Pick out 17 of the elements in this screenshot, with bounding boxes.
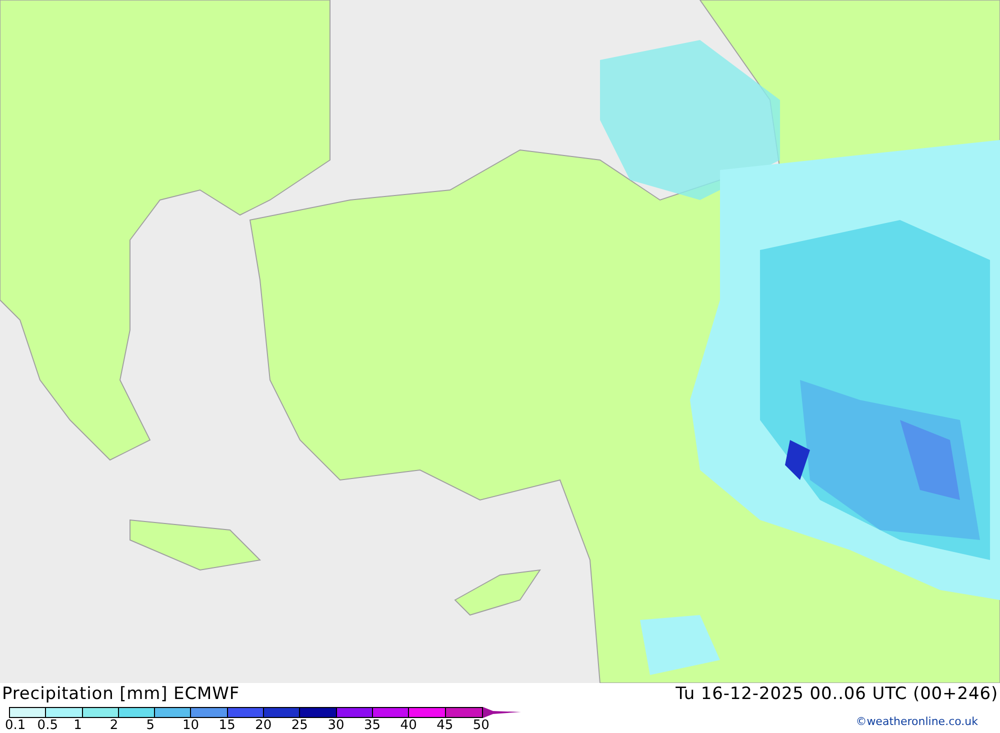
scale-label: 15 xyxy=(218,718,236,733)
scale-label: 40 xyxy=(400,718,417,733)
scale-label: 10 xyxy=(182,718,200,733)
scale-label: 45 xyxy=(436,718,454,733)
scale-label: 2 xyxy=(110,718,118,733)
scale-label: 30 xyxy=(328,718,344,733)
scale-label: 35 xyxy=(364,718,381,733)
scale-label: 50 xyxy=(472,718,490,733)
valid-time: Tu 16-12-2025 00..06 UTC (00+246) xyxy=(676,684,998,704)
credit-text: ©weatheronline.co.uk xyxy=(856,715,978,729)
chart-title: Precipitation [mm] ECMWF xyxy=(2,684,240,704)
scale-label: 0.5 xyxy=(37,718,58,733)
scale-label: 25 xyxy=(291,718,308,733)
scale-label: 5 xyxy=(146,718,154,733)
scale-label: 0.1 xyxy=(5,718,26,733)
scale-label: 20 xyxy=(255,718,272,733)
scale-label: 1 xyxy=(74,718,82,733)
